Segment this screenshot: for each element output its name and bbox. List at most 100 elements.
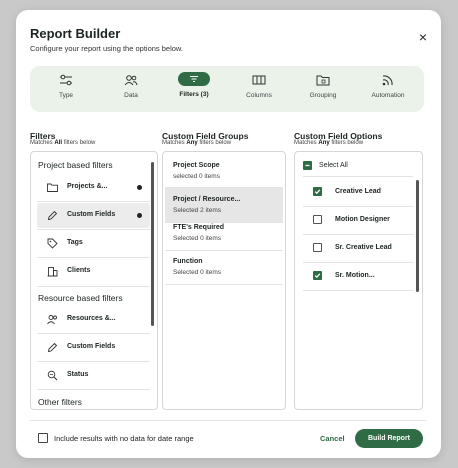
tag-icon [47, 238, 58, 249]
option-checkbox[interactable] [313, 215, 322, 224]
minus-icon [305, 164, 310, 167]
option-creative-lead[interactable]: Creative Lead [303, 178, 413, 206]
filter-item-status[interactable]: Status [37, 363, 150, 388]
filter-icon [190, 76, 198, 82]
divider [37, 333, 150, 334]
users-icon [47, 315, 57, 325]
group-name: Project / Resource... [173, 196, 241, 203]
option-label: Creative Lead [335, 188, 381, 195]
tab-type[interactable]: Type [36, 66, 96, 112]
divider [37, 257, 150, 258]
filter-item-resources[interactable]: Resources &... [37, 307, 150, 332]
include-empty-label: Include results with no data for date ra… [54, 434, 194, 443]
type-sliders-icon [60, 74, 72, 86]
tab-columns[interactable]: Columns [229, 66, 289, 112]
options-scrollbar[interactable] [416, 180, 419, 292]
option-sr-creative-lead[interactable]: Sr. Creative Lead [303, 234, 413, 262]
tab-grouping[interactable]: Grouping [293, 66, 353, 112]
option-checkbox[interactable] [313, 271, 322, 280]
divider [303, 176, 413, 177]
pencil-icon [47, 342, 58, 353]
group-count: Selected 0 items [173, 235, 222, 242]
option-checkbox[interactable] [313, 187, 322, 196]
filters-panel: Project based filters Projects &... Cust… [30, 151, 158, 410]
tab-automation[interactable]: Automation [358, 66, 418, 112]
report-builder-dialog: Report Builder Configure your report usi… [16, 10, 441, 458]
tab-type-label: Type [58, 92, 74, 99]
section-heading-other: Other filters [38, 397, 82, 407]
group-count: selected 0 items [173, 173, 220, 180]
tab-grouping-label: Grouping [309, 92, 337, 99]
divider [37, 201, 150, 202]
dialog-subtitle: Configure your report using the options … [30, 44, 184, 53]
step-tabs: Type Data Filters (3) Columns Grouping A… [30, 66, 424, 112]
select-all-label: Select All [319, 162, 348, 169]
group-count: Selected 2 items [173, 207, 222, 214]
filter-item-resource-custom-fields[interactable]: Custom Fields [37, 335, 150, 360]
filter-item-clients[interactable]: Clients [37, 259, 150, 284]
section-heading-project: Project based filters [38, 160, 113, 170]
close-icon[interactable]: × [419, 30, 427, 44]
filters-matches: Matches All filters below [30, 140, 96, 146]
option-sr-motion[interactable]: Sr. Motion... [303, 262, 413, 290]
filter-item-label: Projects &... [67, 183, 108, 190]
filter-item-label: Tags [67, 239, 83, 246]
status-search-icon [47, 370, 58, 381]
group-item-fte-required[interactable]: FTE's Required Selected 0 items [165, 216, 283, 250]
option-checkbox[interactable] [313, 243, 322, 252]
filter-item-label: Custom Fields [67, 211, 116, 218]
tab-data-label: Data [124, 92, 138, 99]
filter-item-label: Custom Fields [67, 343, 116, 350]
folder-icon [47, 183, 58, 192]
divider [303, 290, 413, 291]
automation-rss-icon [382, 75, 393, 86]
filter-item-label: Resources &... [67, 315, 116, 322]
group-name: Function [173, 258, 203, 265]
grouping-folder-icon [316, 75, 330, 86]
tab-filters[interactable]: Filters (3) [164, 66, 224, 112]
build-report-button[interactable]: Build Report [355, 429, 423, 448]
group-item-function[interactable]: Function Selected 0 items [165, 250, 283, 284]
divider [37, 361, 150, 362]
divider [37, 229, 150, 230]
option-label: Sr. Creative Lead [335, 244, 392, 251]
data-users-icon [124, 75, 138, 86]
check-icon [314, 189, 321, 195]
groups-matches: Matches Any filters below [162, 140, 232, 146]
filter-item-tags[interactable]: Tags [37, 231, 150, 256]
groups-panel: Project Scope selected 0 items Project /… [162, 151, 286, 410]
divider [37, 286, 150, 287]
select-all-checkbox[interactable] [303, 161, 312, 170]
tab-filters-label: Filters (3) [179, 91, 209, 98]
filter-item-custom-fields[interactable]: Custom Fields [37, 203, 150, 228]
columns-icon [252, 75, 266, 85]
tab-filters-pill [178, 72, 210, 86]
filter-item-projects[interactable]: Projects &... [37, 175, 150, 200]
tab-data[interactable]: Data [101, 66, 161, 112]
options-matches: Matches Any filters below [294, 140, 364, 146]
tab-columns-label: Columns [246, 92, 272, 99]
options-panel: Select All Creative Lead Motion Designer… [294, 151, 423, 410]
active-dot [137, 185, 142, 190]
tab-automation-label: Automation [371, 92, 405, 99]
filters-scrollbar[interactable] [151, 162, 154, 326]
filter-item-label: Status [67, 371, 89, 378]
filter-item-label: Clients [67, 267, 91, 274]
include-empty-checkbox[interactable] [38, 433, 48, 443]
dialog-title: Report Builder [30, 26, 121, 41]
divider [37, 389, 150, 390]
footer-divider [30, 420, 426, 421]
pencil-icon [47, 210, 58, 221]
group-name: Project Scope [173, 162, 220, 169]
option-label: Sr. Motion... [335, 272, 375, 279]
active-dot [137, 213, 142, 218]
option-motion-designer[interactable]: Motion Designer [303, 206, 413, 234]
option-label: Motion Designer [335, 216, 390, 223]
group-name: FTE's Required [173, 224, 225, 231]
group-item-project-scope[interactable]: Project Scope selected 0 items [165, 154, 283, 188]
cancel-button[interactable]: Cancel [320, 434, 345, 443]
building-icon [47, 267, 58, 277]
section-heading-resource: Resource based filters [38, 293, 123, 303]
group-count: Selected 0 items [173, 269, 222, 276]
divider [165, 284, 283, 285]
